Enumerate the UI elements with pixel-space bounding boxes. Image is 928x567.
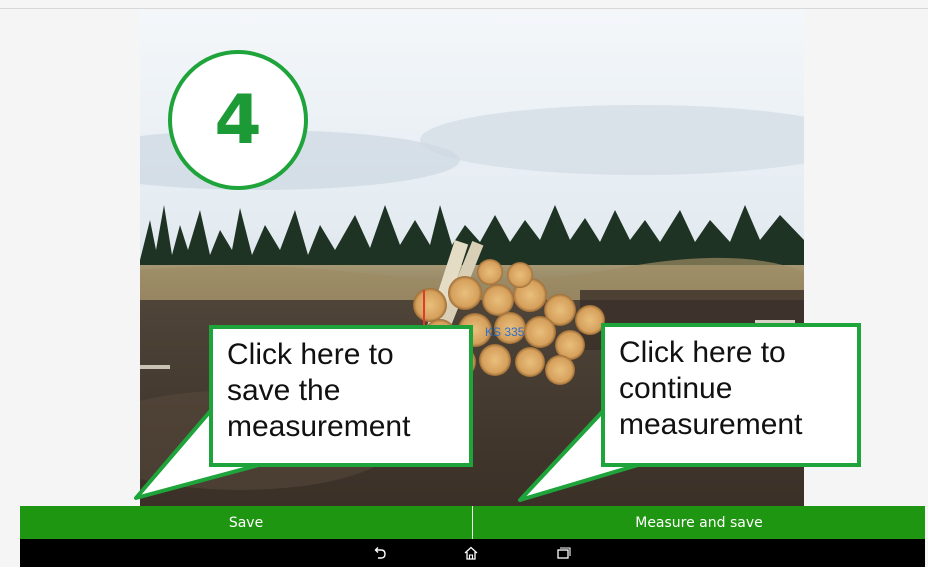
action-bar: Save Measure and save — [20, 506, 925, 539]
app-screen: KS 335 4 Click here to save the measurem… — [0, 0, 928, 567]
measure-and-save-button[interactable]: Measure and save — [473, 506, 925, 539]
continue-hint-callout: Click here to continue measurement — [601, 323, 861, 467]
recent-apps-icon[interactable] — [555, 545, 571, 561]
system-navigation-bar — [20, 539, 925, 567]
top-divider — [0, 8, 928, 9]
save-button[interactable]: Save — [20, 506, 472, 539]
home-icon[interactable] — [463, 545, 479, 561]
step-number-badge: 4 — [168, 50, 308, 190]
action-divider — [472, 506, 473, 539]
save-hint-callout: Click here to save the measurement — [209, 325, 473, 467]
svg-text:KS 335: KS 335 — [485, 325, 525, 339]
back-icon[interactable] — [372, 545, 388, 561]
